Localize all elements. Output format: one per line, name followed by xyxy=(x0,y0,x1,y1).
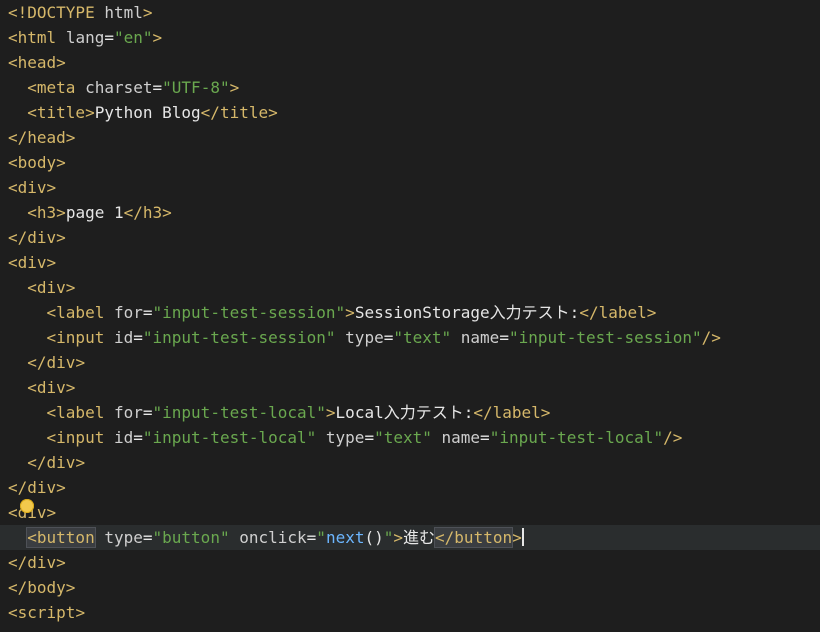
code-line-2[interactable]: <html lang="en"> xyxy=(8,25,162,50)
code-line-9[interactable]: <h3>page 1</h3> xyxy=(8,200,172,225)
code-line-7[interactable]: <body> xyxy=(8,150,66,175)
code-line-23[interactable]: </div> xyxy=(8,550,66,575)
code-line-13[interactable]: <label for="input-test-session">SessionS… xyxy=(8,300,657,325)
code-line-3[interactable]: <head> xyxy=(8,50,66,75)
code-line-20[interactable]: </div> xyxy=(8,475,66,500)
code-line-14[interactable]: <input id="input-test-session" type="tex… xyxy=(8,325,721,350)
code-line-8[interactable]: <div> xyxy=(8,175,56,200)
code-line-1[interactable]: <!DOCTYPE html> xyxy=(8,0,153,25)
code-line-25[interactable]: <script> xyxy=(8,600,85,625)
code-line-12[interactable]: <div> xyxy=(8,275,75,300)
code-line-10[interactable]: </div> xyxy=(8,225,66,250)
code-line-6[interactable]: </head> xyxy=(8,125,75,150)
code-editor[interactable]: <!DOCTYPE html> <html lang="en"> <head> … xyxy=(0,0,820,632)
lightbulb-icon[interactable] xyxy=(20,499,34,513)
code-line-11[interactable]: <div> xyxy=(8,250,56,275)
code-line-16[interactable]: <div> xyxy=(8,375,75,400)
code-line-18[interactable]: <input id="input-test-local" type="text"… xyxy=(8,425,683,450)
code-line-5[interactable]: <title>Python Blog</title> xyxy=(8,100,277,125)
code-line-19[interactable]: </div> xyxy=(8,450,85,475)
code-line-24[interactable]: </body> xyxy=(8,575,75,600)
code-line-22-current[interactable]: <button type="button" onclick="next()">進… xyxy=(0,525,820,550)
code-line-17[interactable]: <label for="input-test-local">Local入力テスト… xyxy=(8,400,551,425)
code-line-15[interactable]: </div> xyxy=(8,350,85,375)
code-line-4[interactable]: <meta charset="UTF-8"> xyxy=(8,75,239,100)
text-cursor xyxy=(521,528,524,546)
